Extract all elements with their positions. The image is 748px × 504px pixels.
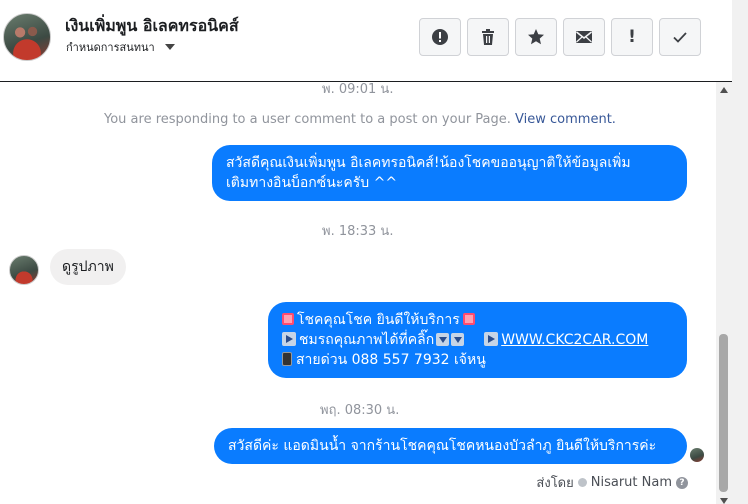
timestamp: พ. 09:01 น. [322,82,394,97]
sender-avatar [690,448,704,462]
arrow-down-icon [436,333,450,346]
message-line: โชคคุณโชค ยินดีให้บริการ [282,310,673,330]
sparkle-icon [282,313,294,325]
contact-avatar[interactable] [9,255,39,285]
message-text: ดูรูปภาพ [62,259,114,275]
view-comment-link[interactable]: View comment. [515,112,616,127]
sparkle-icon [462,313,475,325]
notice-text: You are responding to a user comment to … [104,112,511,127]
message-line-text: โชคคุณโชค ยินดีให้บริการ [297,312,460,328]
seen-check-icon [577,478,587,487]
mail-icon [576,31,592,43]
message-line-text: ชมรถคุณภาพได้ที่คลิ๊ก [299,332,435,348]
help-icon[interactable]: ? [676,476,688,489]
conversation-header: เงินเพิ่มพูน อิเลคทรอนิคส์ กำหนดการสนทนา… [0,0,732,82]
message-line: สายด่วน 088 557 7932 เจ้หนู [282,350,673,370]
sender-name[interactable]: Nisarut Nam [591,475,672,490]
message-line: เติมทางอินบ็อกซ์นะครับ ^^ [226,175,398,191]
message-line: ชมรถคุณภาพได้ที่คลิ๊ก WWW.CKC2CAR.COM [282,330,673,350]
assign-label: กำหนดการสนทนา [66,41,155,54]
outgoing-message[interactable]: สวัสดีค่ะ แอดมินน้ำ จากร้านโชคคุณโชคหนอง… [214,428,687,464]
thread-scrollbar[interactable] [716,82,732,504]
mark-done-button[interactable] [659,18,701,56]
arrow-down-icon [451,333,465,346]
star-icon [528,29,544,45]
message-line: สวัสดีคุณเงินเพิ่มพูน อิเลคทรอนิคส์!น้อง… [226,155,631,171]
delete-button[interactable] [467,18,509,56]
contact-avatar[interactable] [3,13,51,61]
message-thread[interactable]: พ. 09:01 น. You are responding to a user… [0,82,732,504]
incoming-message[interactable]: ดูรูปภาพ [50,249,126,285]
exclamation-icon: ! [628,27,636,47]
play-icon [282,332,296,346]
outgoing-message[interactable]: โชคคุณโชค ยินดีให้บริการ ชมรถคุณภาพได้ที… [268,302,687,378]
website-link[interactable]: WWW.CKC2CAR.COM [501,332,648,348]
scrollbar-thumb[interactable] [719,334,728,492]
window-scrollbar-track [732,0,748,504]
phone-icon [282,352,292,366]
mark-spam-button[interactable] [419,18,461,56]
inbox-conversation-window: เงินเพิ่มพูน อิเลคทรอนิคส์ กำหนดการสนทนา… [0,0,748,504]
sent-by-label: ส่งโดย [536,476,574,491]
comment-notice: You are responding to a user comment to … [104,112,616,127]
assign-conversation-dropdown[interactable]: กำหนดการสนทนา [66,38,175,56]
scroll-up-arrow-icon[interactable] [720,87,728,93]
outgoing-message[interactable]: สวัสดีคุณเงินเพิ่มพูน อิเลคทรอนิคส์!น้อง… [212,145,687,201]
timestamp: พฤ. 08:30 น. [320,403,400,418]
message-text: สวัสดีค่ะ แอดมินน้ำ จากร้านโชคคุณโชคหนอง… [228,438,657,454]
chevron-down-icon [164,44,175,50]
play-icon [484,332,499,346]
contact-name[interactable]: เงินเพิ่มพูน อิเลคทรอนิคส์ [65,14,239,39]
scroll-down-arrow-icon[interactable] [720,498,728,504]
timestamp: พ. 18:33 น. [322,224,394,239]
checkmark-icon [673,32,687,43]
trash-icon [482,29,494,45]
sent-by-info: ส่งโดย Nisarut Nam ? [536,472,688,493]
follow-up-button[interactable]: ! [611,18,653,56]
star-button[interactable] [515,18,557,56]
message-line-text: สายด่วน 088 557 7932 เจ้หนู [296,352,486,368]
mark-unread-button[interactable] [563,18,605,56]
alert-icon [432,29,448,45]
